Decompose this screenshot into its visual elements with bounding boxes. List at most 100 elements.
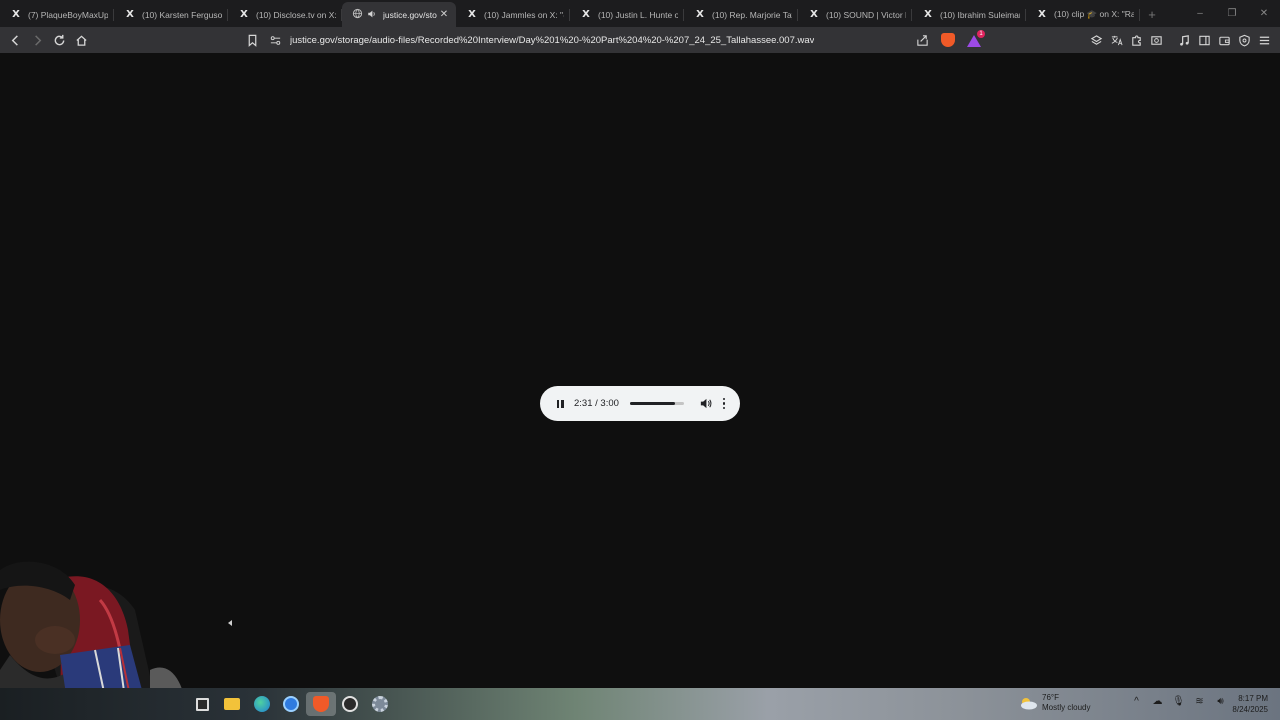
- home-icon: [75, 34, 87, 46]
- close-window-button[interactable]: ✕: [1248, 8, 1280, 19]
- weather-temp: 76°F: [1042, 693, 1059, 702]
- partly-cloudy-icon: [1021, 698, 1037, 710]
- minimize-button[interactable]: –: [1184, 8, 1216, 19]
- url-text[interactable]: justice.gov/storage/audio-files/Recorded…: [290, 35, 814, 46]
- share-button[interactable]: [912, 30, 932, 50]
- restore-button[interactable]: ❐: [1216, 8, 1248, 19]
- layers-icon: [1090, 34, 1102, 45]
- tab-title: (10) SOUND | Victor Be: [826, 9, 906, 20]
- clock-date: 8/24/2025: [1232, 705, 1268, 714]
- bookmark-icon: [248, 34, 256, 47]
- reload-button[interactable]: [49, 30, 69, 50]
- audio-playing-icon[interactable]: [363, 9, 377, 21]
- taskbar-app-browser[interactable]: [277, 692, 307, 716]
- volume-button[interactable]: [699, 397, 713, 411]
- browser-tab[interactable]: justice.gov/sto ✕: [342, 2, 456, 27]
- browser-tab[interactable]: X (10) Ibrahim Suleiman: [912, 2, 1026, 27]
- browser-toolbar: justice.gov/storage/audio-files/Recorded…: [0, 27, 1280, 53]
- tab-title: (10) Justin L. Hunte on: [598, 9, 678, 20]
- vpn-button[interactable]: [1234, 30, 1254, 50]
- tune-icon: [270, 35, 280, 45]
- taskbar-app-edge[interactable]: [247, 692, 277, 716]
- globe-icon: [352, 8, 363, 21]
- x-logo-icon: X: [924, 9, 932, 20]
- window-controls: – ❐ ✕: [1184, 0, 1280, 27]
- share-icon: [916, 34, 928, 46]
- more-options-button[interactable]: [719, 397, 729, 411]
- browser-tab[interactable]: X (10) Disclose.tv on X: ": [228, 2, 342, 27]
- tab-strip: X (7) PlaqueBoyMaxUpd X (10) Karsten Fergus…: [0, 0, 1280, 27]
- system-clock[interactable]: 8:17 PM 8/24/2025: [1226, 693, 1268, 715]
- gear-icon: [371, 696, 388, 712]
- toolbar-right-actions: [1086, 30, 1274, 50]
- sidebar-button[interactable]: [1194, 30, 1214, 50]
- x-logo-icon: X: [126, 9, 134, 20]
- tab-title: (10) Jammles on X: "@: [484, 9, 564, 20]
- puzzle-icon: [1131, 34, 1141, 46]
- x-logo-icon: X: [582, 9, 590, 20]
- weather-widget[interactable]: 76°F Mostly cloudy: [1018, 693, 1090, 713]
- bookmark-button[interactable]: [242, 30, 262, 50]
- extensions-button[interactable]: [1126, 30, 1146, 50]
- taskbar-app-brave[interactable]: [306, 692, 336, 716]
- back-arrow-icon: [11, 34, 18, 46]
- browser-tab[interactable]: X (10) Rep. Marjorie Tayl: [684, 2, 798, 27]
- browser-tab[interactable]: X (10) clip 🎓 on X: "Rar: [1026, 2, 1140, 27]
- wallet-button[interactable]: [1214, 30, 1234, 50]
- site-info-button[interactable]: [268, 30, 282, 50]
- folder-icon: [224, 698, 241, 710]
- speaker-icon: [701, 398, 712, 409]
- mouse-cursor: [228, 620, 232, 626]
- rewards-badge: 1: [977, 30, 985, 38]
- x-logo-icon: X: [810, 9, 818, 20]
- new-tab-button[interactable]: +: [1140, 2, 1164, 27]
- browser-tab[interactable]: X (10) SOUND | Victor Be: [798, 2, 912, 27]
- tab-title: (10) Disclose.tv on X: ": [256, 9, 336, 20]
- tab-title: (10) clip 🎓 on X: "Rar: [1054, 9, 1134, 19]
- wifi-icon[interactable]: ≋: [1189, 696, 1210, 707]
- mic-icon[interactable]: 🎙︎: [1168, 696, 1189, 707]
- address-bar[interactable]: justice.gov/storage/audio-files/Recorded…: [264, 29, 985, 51]
- screenshot-button[interactable]: [1146, 30, 1166, 50]
- music-note-icon: [1179, 34, 1189, 46]
- tab-title: (10) Karsten Ferguson: [142, 9, 222, 20]
- brave-rewards-button[interactable]: 1: [964, 30, 985, 50]
- x-logo-icon: X: [696, 9, 704, 20]
- seek-bar[interactable]: [629, 402, 684, 405]
- reload-icon: [54, 34, 64, 45]
- browser-tab[interactable]: X (10) Justin L. Hunte on: [570, 2, 684, 27]
- browser-tab[interactable]: X (10) Jammles on X: "@: [456, 2, 570, 27]
- forward-button[interactable]: [27, 30, 47, 50]
- taskbar-app-obs[interactable]: [336, 692, 366, 716]
- home-button[interactable]: [71, 30, 91, 50]
- taskbar-app-file-manager[interactable]: [188, 692, 218, 716]
- browser-tab[interactable]: X (10) Karsten Ferguson: [114, 2, 228, 27]
- windows-taskbar: 76°F Mostly cloudy ^ ☁ 🎙︎ ≋ 🔊︎ 8:17 PM 8…: [0, 688, 1280, 720]
- address-bar-actions: 1: [906, 29, 985, 51]
- browser-window: X (7) PlaqueBoyMaxUpd X (10) Karsten Fergus…: [0, 0, 1280, 720]
- audio-player: 2:31 / 3:00: [540, 386, 740, 421]
- blue-app-icon: [283, 696, 300, 712]
- hamburger-menu-icon: [1259, 36, 1269, 44]
- pause-button[interactable]: [553, 397, 567, 411]
- edge-icon: [253, 696, 270, 712]
- translate-button[interactable]: [1106, 30, 1126, 50]
- brave-shields-button[interactable]: [938, 30, 958, 50]
- close-tab-icon[interactable]: ✕: [438, 9, 450, 20]
- browser-tab[interactable]: X (7) PlaqueBoyMaxUpd: [0, 2, 114, 27]
- chevron-up-icon[interactable]: ^: [1126, 696, 1147, 707]
- taskbar-app-files[interactable]: [218, 692, 248, 716]
- tab-title: (10) Ibrahim Suleiman: [940, 9, 1020, 20]
- sidebar-icon: [1198, 35, 1210, 45]
- menu-button[interactable]: [1254, 30, 1274, 50]
- system-tray: ^ ☁ 🎙︎ ≋ 🔊︎: [1126, 696, 1231, 707]
- tab-title: (7) PlaqueBoyMaxUpd: [28, 9, 108, 20]
- forward-arrow-icon: [34, 34, 41, 46]
- seek-bar-fill: [629, 402, 676, 405]
- taskbar-app-settings[interactable]: [365, 692, 395, 716]
- media-controls-button[interactable]: [1174, 30, 1194, 50]
- onedrive-icon[interactable]: ☁: [1147, 696, 1168, 707]
- x-logo-icon: X: [240, 9, 248, 20]
- wallet-stack-button[interactable]: [1086, 30, 1106, 50]
- back-button[interactable]: [5, 30, 25, 50]
